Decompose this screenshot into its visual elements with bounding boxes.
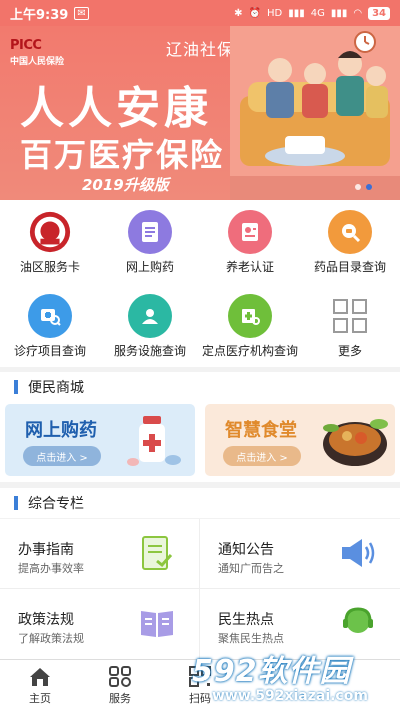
- section-title: 综合专栏: [28, 496, 84, 512]
- card-title: 智慧食堂: [225, 420, 297, 441]
- section-title: 便民商城: [28, 380, 84, 396]
- medicine-search-icon: [328, 210, 372, 254]
- home-icon: [30, 668, 50, 686]
- service-label: 网上购药: [125, 260, 174, 274]
- id-badge-icon: [228, 210, 272, 254]
- column-section-header: 综合专栏: [0, 488, 400, 518]
- banner-pager: [355, 184, 372, 190]
- hd-label: HD: [266, 7, 283, 19]
- clinic-search-icon: [28, 293, 72, 338]
- drug-catalog-item[interactable]: 药品目录查询: [300, 200, 400, 283]
- status-right-icons: ✱ ⏰ HD ▮▮▮ 4G ▮▮▮ ◠ 34: [234, 6, 390, 20]
- hospital-search-icon: [228, 293, 272, 338]
- policy-cell[interactable]: 政策法规 了解政策法规: [0, 589, 200, 659]
- headset-support-icon: [343, 607, 373, 633]
- banner-subtitle: 百万医疗保险: [20, 136, 225, 174]
- cell-title: 政策法规: [18, 612, 74, 628]
- banner-edition: 2019升级版: [82, 176, 169, 194]
- prescription-list-icon: [128, 210, 172, 254]
- designated-hospital-item[interactable]: 定点医疗机构查询: [200, 284, 300, 367]
- picc-logo: PICC 中国人民保险: [10, 38, 65, 67]
- cell-title: 通知公告: [218, 542, 274, 558]
- section-accent: [14, 496, 18, 510]
- service-label: 诊疗项目查询: [13, 343, 86, 358]
- mall-section-header: 便民商城: [0, 372, 400, 402]
- banner-city: 辽油社保: [166, 40, 235, 59]
- service-card-item[interactable]: 油区服务卡: [0, 200, 100, 283]
- online-medicine-item[interactable]: 网上购药: [100, 200, 200, 283]
- service-label: 定点医疗机构查询: [201, 343, 298, 358]
- speaker-icon: [342, 539, 375, 567]
- cell-subtitle: 通知广而告之: [218, 562, 284, 575]
- signal-icon: ▮▮▮: [288, 7, 305, 19]
- service-label: 更多: [337, 343, 362, 358]
- alarm-icon: ⏰: [248, 7, 261, 19]
- tab-label: 服务: [109, 692, 131, 705]
- site-watermark: 592软件园 www.592xiazai.com: [192, 646, 400, 711]
- more-grid-icon: [328, 294, 372, 338]
- open-book-icon: [141, 611, 173, 637]
- enter-button[interactable]: 点击进入 >: [23, 446, 101, 466]
- section-accent: [14, 380, 18, 394]
- cell-subtitle: 提高办事效率: [18, 562, 84, 575]
- guide-cell[interactable]: 办事指南 提高办事效率: [0, 519, 200, 589]
- network-label: 4G: [310, 7, 325, 19]
- pension-auth-item[interactable]: 养老认证: [200, 200, 300, 283]
- status-bar: 上午9:39 ✉ ✱ ⏰ HD ▮▮▮ 4G ▮▮▮ ◠ 34: [0, 0, 400, 26]
- family-illustration: [230, 26, 400, 200]
- facility-query-item[interactable]: 服务设施查询: [100, 284, 200, 367]
- banner-title: 人人安康: [20, 83, 212, 134]
- facility-search-icon: [128, 293, 172, 338]
- services-grid-icon: [109, 666, 131, 687]
- bluetooth-icon: ✱: [234, 7, 243, 19]
- tab-home[interactable]: 主页: [0, 660, 80, 711]
- pager-dot-active[interactable]: [366, 184, 372, 190]
- mall-cards: 网上购药 点击进入 > 智慧食堂 点击进入 >: [0, 402, 400, 482]
- status-time: 上午9:39: [10, 7, 69, 23]
- tab-label: 主页: [29, 692, 51, 705]
- mall-card-medicine[interactable]: 网上购药 点击进入 >: [5, 404, 195, 476]
- notice-cell[interactable]: 通知公告 通知广而告之: [200, 519, 400, 589]
- enter-button[interactable]: 点击进入 >: [223, 446, 301, 466]
- mall-card-canteen[interactable]: 智慧食堂 点击进入 >: [205, 404, 395, 476]
- notification-icon: ✉: [74, 6, 89, 20]
- service-label: 养老认证: [225, 260, 274, 274]
- pager-dot[interactable]: [355, 184, 361, 190]
- guide-document-icon: [142, 536, 173, 570]
- social-security-card-icon: [28, 210, 72, 254]
- battery-icon: 34: [368, 6, 390, 20]
- service-label: 油区服务卡: [19, 260, 80, 274]
- tab-services[interactable]: 服务: [80, 660, 160, 711]
- service-label: 药品目录查询: [313, 260, 386, 274]
- cell-subtitle: 聚焦民生热点: [218, 632, 284, 645]
- info-grid: 办事指南 提高办事效率 通知公告 通知广而告之 政策法规 了解政策法规 民生热点…: [0, 519, 400, 659]
- wifi-icon: ◠: [353, 7, 363, 19]
- cell-title: 民生热点: [218, 612, 274, 628]
- promo-banner[interactable]: PICC 中国人民保险 辽油社保 人人安康 百万医疗保险 2019升级版: [0, 26, 400, 200]
- card-title: 网上购药: [25, 420, 97, 441]
- more-services-item[interactable]: 更多: [300, 284, 400, 367]
- signal-icon-2: ▮▮▮: [330, 7, 348, 19]
- watermark-url: www.592xiazai.com: [212, 688, 368, 704]
- food-bowl-icon: [323, 419, 388, 466]
- treatment-query-item[interactable]: 诊疗项目查询: [0, 284, 100, 367]
- cell-subtitle: 了解政策法规: [18, 632, 84, 645]
- watermark-brand: 592软件园: [192, 654, 351, 689]
- medicine-bottle-icon: [127, 416, 181, 466]
- service-label: 服务设施查询: [113, 343, 186, 358]
- cell-title: 办事指南: [18, 542, 74, 558]
- service-grid: 油区服务卡 网上购药 养老认证 药品目录查询 诊疗项目查询 服务设施查询 定点医…: [0, 200, 400, 367]
